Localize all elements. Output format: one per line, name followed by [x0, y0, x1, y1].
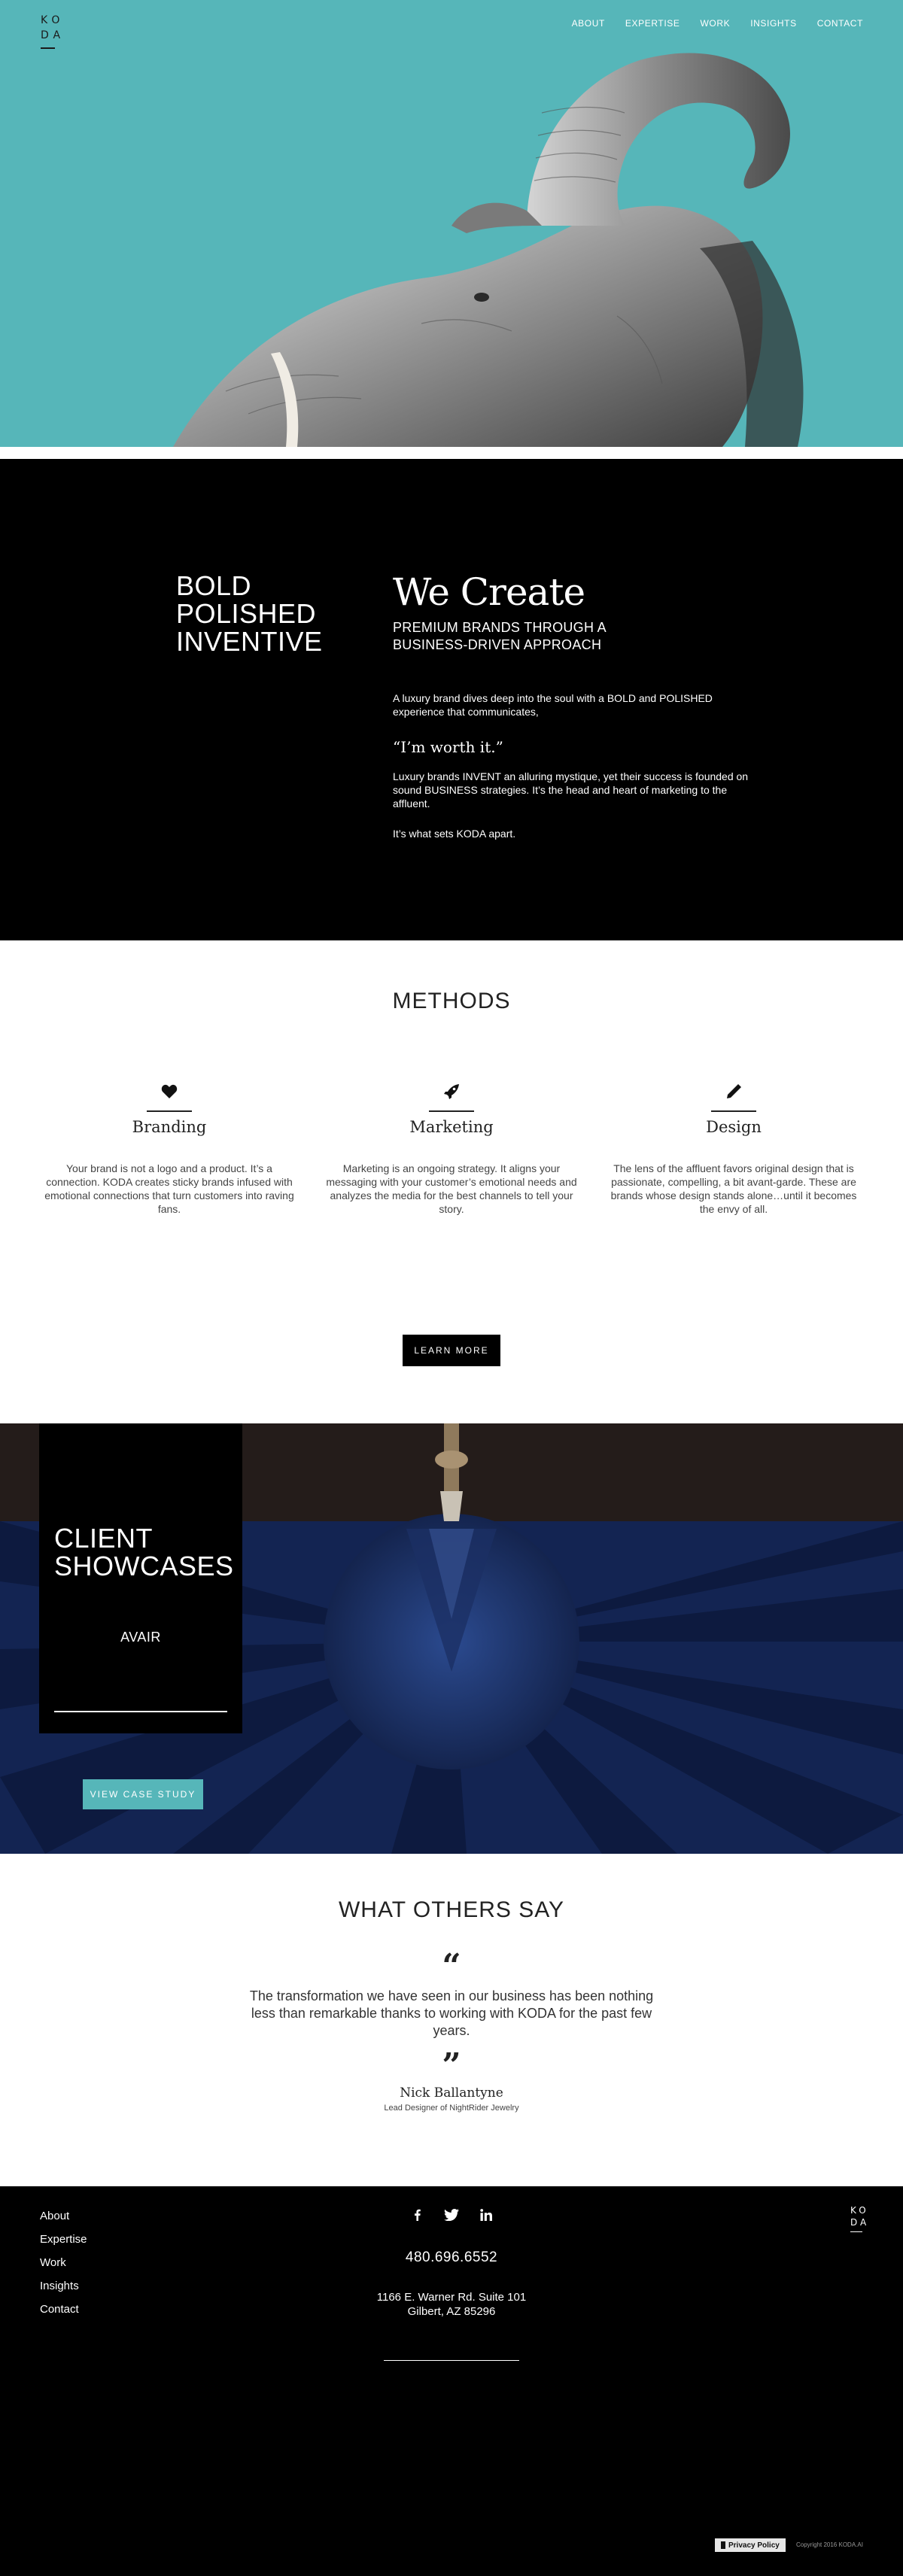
- testimonial-quote: The transformation we have seen in our b…: [249, 1988, 654, 2038]
- method-name: Branding: [132, 1118, 207, 1136]
- logo-top: KO: [41, 14, 65, 26]
- logo-underline: [41, 47, 55, 49]
- twitter-icon[interactable]: [441, 2204, 462, 2225]
- nav-insights[interactable]: INSIGHTS: [750, 18, 796, 29]
- footer-phone[interactable]: 480.696.6552: [0, 2249, 903, 2266]
- open-quote-icon: “: [442, 1947, 461, 1985]
- main-nav: ABOUT EXPERTISE WORK INSIGHTS CONTACT: [572, 18, 863, 29]
- footer-logo-underline: [850, 2231, 862, 2232]
- create-paragraph-3: It’s what sets KODA apart.: [393, 828, 516, 840]
- footer: About Expertise Work Insights Contact 48…: [0, 2186, 903, 2576]
- tagline-polished: POLISHED: [176, 598, 317, 629]
- rocket-icon: [320, 1080, 583, 1103]
- footer-address-line1: 1166 E. Warner Rd. Suite 101: [376, 2291, 527, 2304]
- footer-logo-top: KO: [850, 2205, 869, 2216]
- nav-expertise[interactable]: EXPERTISE: [625, 18, 680, 29]
- method-name: Marketing: [409, 1118, 494, 1136]
- testimonial-section: WHAT OTHERS SAY “ The transformation we …: [0, 1854, 903, 2186]
- method-text: Marketing is an ongoing strategy. It ali…: [326, 1162, 577, 1215]
- footer-link-about[interactable]: About: [40, 2204, 87, 2228]
- client-showcase-section: CLIENT SHOWCASES AVAIR VIEW CASE STUDY: [0, 1423, 903, 1854]
- nav-about[interactable]: ABOUT: [572, 18, 605, 29]
- tagline-inventive: INVENTIVE: [176, 626, 323, 657]
- method-design: Design The lens of the affluent favors o…: [602, 1080, 865, 1216]
- method-rule: [711, 1110, 756, 1112]
- method-rule: [147, 1110, 192, 1112]
- method-branding: Branding Your brand is not a logo and a …: [38, 1080, 301, 1216]
- social-links: [406, 2204, 497, 2225]
- create-title: We Create: [393, 570, 585, 614]
- nav-work[interactable]: WORK: [700, 18, 730, 29]
- learn-more-button[interactable]: LEARN MORE: [403, 1335, 500, 1366]
- method-rule: [429, 1110, 474, 1112]
- tagline-bold: BOLD: [176, 570, 252, 601]
- testimonial-author: Nick Ballantyne: [400, 2085, 503, 2101]
- create-subtitle-line1: PREMIUM BRANDS THROUGH A: [393, 620, 607, 635]
- logo-bottom: DA: [41, 29, 65, 41]
- privacy-policy-label: Privacy Policy: [728, 2541, 780, 2550]
- footer-address-line2: Gilbert, AZ 85296: [407, 2305, 496, 2318]
- view-case-study-button[interactable]: VIEW CASE STUDY: [83, 1779, 203, 1809]
- pencil-icon: [602, 1080, 865, 1103]
- showcase-card: CLIENT SHOWCASES AVAIR: [39, 1423, 242, 1733]
- privacy-policy-button[interactable]: Privacy Policy: [715, 2538, 786, 2552]
- footer-logo-bottom: DA: [850, 2217, 870, 2228]
- showcase-title-line2: SHOWCASES: [54, 1551, 234, 1581]
- logo[interactable]: KO DA: [41, 13, 60, 49]
- create-subtitle-line2: BUSINESS-DRIVEN APPROACH: [393, 637, 602, 652]
- facebook-icon[interactable]: [406, 2204, 427, 2225]
- create-content: We Create PREMIUM BRANDS THROUGH A BUSIN…: [393, 570, 769, 840]
- footer-divider: [384, 2360, 519, 2361]
- copyright: Copyright 2016 KODA.AI: [796, 2541, 863, 2548]
- heart-icon: [38, 1080, 301, 1103]
- create-paragraph-1: A luxury brand dives deep into the soul …: [393, 692, 713, 718]
- method-text: Your brand is not a logo and a product. …: [44, 1162, 294, 1215]
- hero-section: KO DA ABOUT EXPERTISE WORK INSIGHTS CONT…: [0, 0, 903, 447]
- method-text: The lens of the affluent favors original…: [610, 1162, 857, 1215]
- showcase-client-name: AVAIR: [120, 1630, 161, 1645]
- showcase-title-line1: CLIENT: [54, 1523, 154, 1554]
- showcase-title: CLIENT SHOWCASES: [54, 1524, 234, 1580]
- hero-divider: [0, 447, 903, 459]
- footer-link-expertise[interactable]: Expertise: [40, 2228, 87, 2251]
- we-create-section: BOLD POLISHED INVENTIVE We Create PREMIU…: [0, 459, 903, 940]
- testimonial-title: WHAT OTHERS SAY: [338, 1897, 565, 1922]
- privacy-icon: [721, 2541, 725, 2549]
- testimonial-role: Lead Designer of NightRider Jewelry: [384, 2104, 519, 2113]
- method-name: Design: [706, 1118, 762, 1136]
- create-paragraph-2: Luxury brands INVENT an alluring mystiqu…: [393, 770, 749, 810]
- elephant-image: [173, 53, 804, 447]
- method-marketing: Marketing Marketing is an ongoing strate…: [320, 1080, 583, 1216]
- create-tagline: BOLD POLISHED INVENTIVE: [176, 572, 323, 655]
- showcase-divider: [54, 1711, 227, 1712]
- footer-address: 1166 E. Warner Rd. Suite 101 Gilbert, AZ…: [0, 2290, 903, 2319]
- methods-section: METHODS Branding Your brand is not a log…: [0, 940, 903, 1423]
- nav-contact[interactable]: CONTACT: [817, 18, 863, 29]
- close-quote-icon: ”: [442, 2046, 461, 2085]
- linkedin-icon[interactable]: [476, 2204, 497, 2225]
- create-quote: “I’m worth it.”: [393, 738, 503, 756]
- methods-title: METHODS: [392, 989, 511, 1013]
- footer-logo[interactable]: KO DA: [850, 2204, 866, 2232]
- create-subtitle: PREMIUM BRANDS THROUGH A BUSINESS-DRIVEN…: [393, 619, 769, 654]
